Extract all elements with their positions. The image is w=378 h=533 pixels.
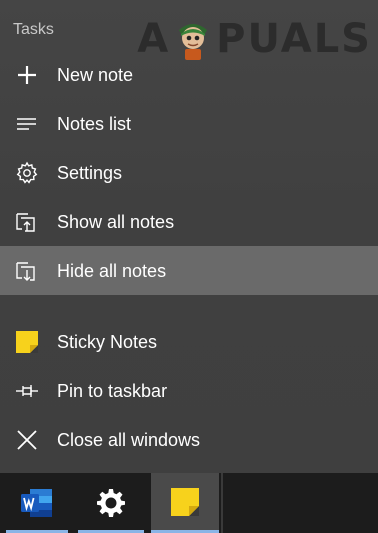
app-sticky-notes[interactable]: Sticky Notes — [0, 317, 378, 366]
task-notes-list-label: Notes list — [57, 114, 132, 134]
task-settings-label: Settings — [57, 163, 123, 183]
close-all-windows[interactable]: Close all windows — [0, 415, 378, 464]
pin-icon — [14, 378, 40, 404]
task-show-all-notes[interactable]: Show all notes — [0, 197, 378, 246]
task-hide-all-notes-label: Hide all notes — [57, 261, 167, 281]
sticky-notes-icon — [169, 486, 201, 523]
close-icon — [14, 427, 40, 453]
app-sticky-notes-label: Sticky Notes — [57, 332, 158, 352]
taskbar-separator — [221, 473, 223, 533]
close-all-windows-label: Close all windows — [57, 430, 201, 450]
gear-icon — [96, 487, 126, 522]
task-settings[interactable]: Settings — [0, 148, 378, 197]
taskbar-word-button[interactable] — [6, 473, 68, 533]
task-hide-all-notes[interactable]: Hide all notes — [0, 246, 378, 295]
pin-to-taskbar-label: Pin to taskbar — [57, 381, 168, 401]
word-icon — [20, 487, 54, 524]
task-notes-list[interactable]: Notes list — [0, 99, 378, 148]
gear-icon — [14, 160, 40, 186]
tasks-section-title: Tasks — [13, 21, 54, 38]
list-icon — [14, 111, 40, 137]
plus-icon — [14, 62, 40, 88]
hide-notes-icon — [14, 258, 40, 284]
sticky-notes-app-icon — [14, 329, 40, 355]
show-notes-icon — [14, 209, 40, 235]
jump-list-menu: Tasks A PUALS New note Notes list Settin… — [0, 0, 378, 473]
taskbar-sticky-notes-button[interactable] — [151, 473, 219, 533]
task-new-note[interactable]: New note — [0, 50, 378, 99]
pin-to-taskbar[interactable]: Pin to taskbar — [0, 366, 378, 415]
taskbar-settings-button[interactable] — [78, 473, 144, 533]
taskbar — [0, 473, 378, 533]
task-show-all-notes-label: Show all notes — [57, 212, 175, 232]
task-new-note-label: New note — [57, 65, 134, 85]
